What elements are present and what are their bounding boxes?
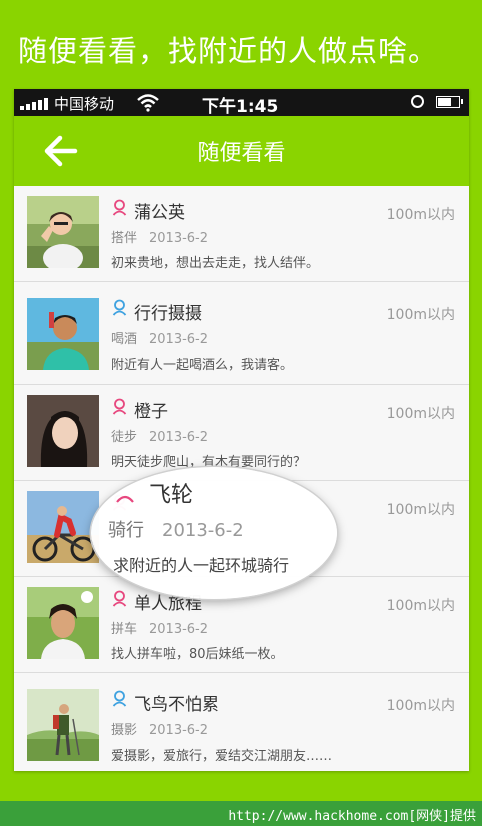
promo-headline: 随便看看，找附近的人做点啥。 <box>18 34 439 68</box>
avatar <box>27 196 99 268</box>
status-time: 下午1:45 <box>202 97 279 117</box>
post-date: 2013-6-2 <box>149 231 209 246</box>
post-date: 2013-6-2 <box>149 723 209 738</box>
post-date: 2013-6-2 <box>149 430 209 445</box>
list-item[interactable]: 行行摄摄 100m以内 喝酒 2013-6-2 附近有人一起喝酒么，我请客。 <box>14 282 469 385</box>
avatar <box>27 395 99 467</box>
activity-description: 爱摄影，爱旅行，爱结交江湖朋友…… <box>111 749 333 764</box>
person-name: 蒲公英 <box>134 203 185 223</box>
person-name: 橙子 <box>134 402 168 422</box>
list-item[interactable]: 橙子 100m以内 徒步 2013-6-2 明天徒步爬山，有木有要同行的？ <box>14 385 469 481</box>
distance-label: 100m以内 <box>386 502 455 518</box>
avatar <box>27 587 99 659</box>
activity-description: 附近有人一起喝酒么，我请客。 <box>111 358 294 373</box>
male-icon <box>112 690 127 707</box>
person-name: 飞鸟不怕累 <box>134 695 219 715</box>
wifi-icon <box>137 94 159 112</box>
female-icon <box>112 199 127 216</box>
signal-icon <box>20 97 50 110</box>
list-item[interactable]: 蒲公英 100m以内 搭伴 2013-6-2 初来贵地，想出去走走，找人结伴。 <box>14 186 469 282</box>
post-date: 2013-6-2 <box>149 332 209 347</box>
activity-category: 搭伴 <box>111 231 138 246</box>
activity-meta: 徒步 2013-6-2 <box>111 426 208 445</box>
post-date: 2013-6-2 <box>162 520 244 541</box>
distance-label: 100m以内 <box>386 207 455 223</box>
activity-description: 找人拼车啦，80后妹纸一枚。 <box>111 647 284 662</box>
distance-label: 100m以内 <box>386 698 455 714</box>
activity-meta: 搭伴 2013-6-2 <box>111 227 208 246</box>
female-icon <box>112 398 127 415</box>
distance-label: 100m以内 <box>386 406 455 422</box>
phone-screen: 中国移动 下午1:45 随便看看 蒲公英 100m以内 搭伴 2013-6-2 … <box>14 89 469 771</box>
list-item[interactable]: 飞鸟不怕累 100m以内 摄影 2013-6-2 爱摄影，爱旅行，爱结交江湖朋友…… <box>14 673 469 771</box>
status-bar: 中国移动 下午1:45 <box>14 89 469 117</box>
post-date: 2013-6-2 <box>149 622 209 637</box>
activity-description: 求附近的人一起环城骑行 <box>113 556 290 575</box>
activity-category: 骑行 <box>108 520 144 541</box>
battery-level-fill <box>438 98 451 106</box>
source-watermark: http://www.hackhome.com[网侠]提供 <box>228 809 476 824</box>
male-icon <box>112 299 127 316</box>
avatar <box>27 689 99 761</box>
avatar <box>27 491 99 563</box>
activity-category: 徒步 <box>111 430 138 445</box>
person-name: 飞轮 <box>149 483 194 508</box>
female-icon <box>116 495 134 503</box>
distance-label: 100m以内 <box>386 598 455 614</box>
activity-category: 摄影 <box>111 723 138 738</box>
nav-bar: 随便看看 <box>14 116 469 186</box>
activity-description: 初来贵地，想出去走走，找人结伴。 <box>111 256 320 271</box>
activity-meta: 摄影 2013-6-2 <box>111 719 208 738</box>
carrier-name: 中国移动 <box>54 95 115 113</box>
alarm-clock-icon <box>411 95 424 108</box>
activity-meta: 拼车 2013-6-2 <box>111 618 208 637</box>
activity-meta: 喝酒 2013-6-2 <box>111 328 208 347</box>
person-name: 行行摄摄 <box>134 304 202 324</box>
distance-label: 100m以内 <box>386 307 455 323</box>
page-title: 随便看看 <box>197 141 286 166</box>
activity-meta: 骑行 2013-6-2 <box>108 516 244 542</box>
magnifier-callout: 飞轮 骑行 2013-6-2 求附近的人一起环城骑行 <box>91 467 337 599</box>
avatar <box>27 298 99 370</box>
activity-category: 喝酒 <box>111 332 138 347</box>
battery-icon <box>436 96 463 108</box>
footer-bar: http://www.hackhome.com[网侠]提供 <box>0 801 482 826</box>
activity-category: 拼车 <box>111 622 138 637</box>
female-icon <box>112 590 127 607</box>
